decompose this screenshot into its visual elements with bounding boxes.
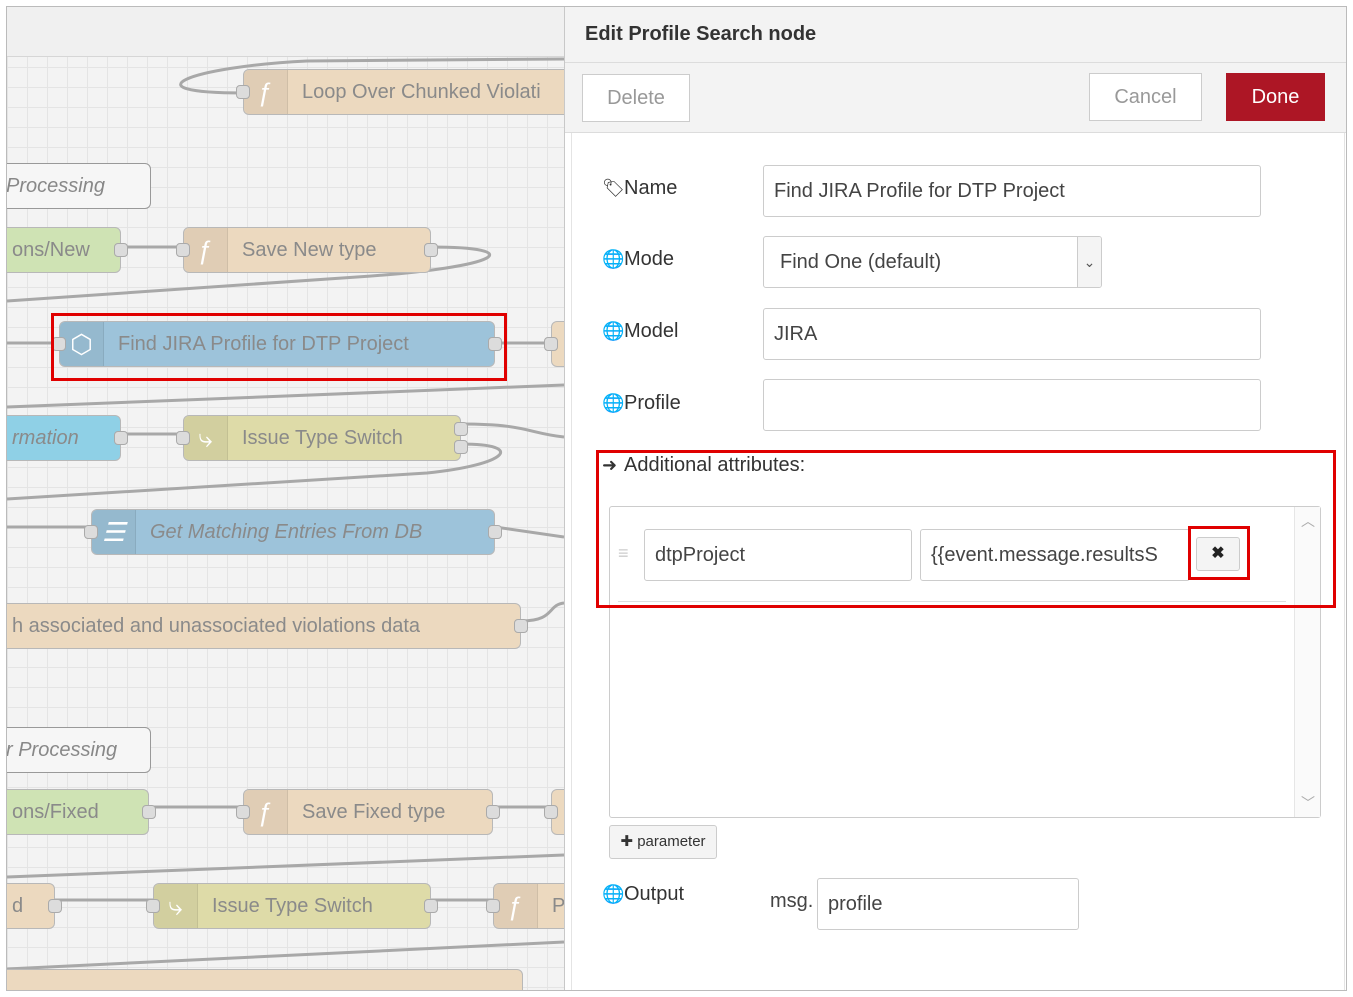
- add-parameter-button[interactable]: ✚ parameter: [609, 825, 717, 859]
- mode-select[interactable]: Find One (default) ⌄: [763, 236, 1102, 288]
- profile-label: 🌐Profile: [602, 392, 681, 414]
- node-label: Save Fixed type: [302, 801, 446, 823]
- partial-node[interactable]: [544, 321, 564, 367]
- tray-header: Edit Profile Search node: [565, 7, 1346, 63]
- node-label: Processing: [7, 175, 105, 197]
- tray-toolbar: Delete Cancel Done: [565, 63, 1346, 133]
- profile-input[interactable]: [763, 379, 1261, 431]
- output-port[interactable]: [424, 243, 438, 257]
- switch-icon: ⤷: [154, 884, 198, 928]
- function-icon: ƒ: [244, 70, 288, 114]
- output-port[interactable]: [48, 899, 62, 913]
- input-port[interactable]: [486, 899, 500, 913]
- input-port[interactable]: [176, 243, 190, 257]
- input-port[interactable]: [176, 431, 190, 445]
- wires: [7, 57, 564, 971]
- output-label: 🌐Output: [602, 883, 685, 905]
- chevron-down-icon[interactable]: ⌄: [1077, 237, 1101, 287]
- output-port[interactable]: [488, 525, 502, 539]
- output-port[interactable]: [486, 805, 500, 819]
- partial-node[interactable]: [544, 789, 564, 835]
- flow-canvas[interactable]: ƒ Loop Over Chunked Violati Processing o…: [7, 7, 564, 990]
- plus-icon: ✚: [620, 833, 638, 850]
- node-label: Issue Type Switch: [242, 427, 403, 449]
- delete-button[interactable]: Delete: [582, 74, 690, 122]
- issue-type-switch-node-2[interactable]: ⤷ Issue Type Switch: [146, 883, 438, 929]
- wire: [7, 853, 564, 879]
- model-label: 🌐Model: [602, 320, 679, 342]
- p-function-node[interactable]: ƒ P: [486, 883, 564, 929]
- tray-title: Edit Profile Search node: [585, 23, 817, 45]
- violations-fixed-node[interactable]: ons/Fixed: [7, 789, 156, 835]
- globe-icon: 🌐: [602, 321, 625, 341]
- tag-icon: 🏷: [602, 178, 625, 198]
- issue-type-switch-node[interactable]: ⤷ Issue Type Switch: [176, 415, 468, 461]
- output-port[interactable]: [514, 619, 528, 633]
- comment-node[interactable]: Processing: [7, 163, 151, 209]
- mode-label: 🌐Mode: [602, 248, 675, 270]
- done-button[interactable]: Done: [1226, 73, 1325, 121]
- wire: [7, 383, 564, 409]
- database-icon: ☰: [92, 510, 136, 554]
- wire: [460, 422, 564, 439]
- name-input[interactable]: Find JIRA Profile for DTP Project: [763, 165, 1261, 217]
- chevron-down-icon[interactable]: ﹀: [1295, 793, 1321, 813]
- node-label: d: [12, 895, 24, 917]
- mode-value: Find One (default): [780, 251, 942, 273]
- d-node[interactable]: d: [7, 883, 62, 929]
- node-label: Issue Type Switch: [212, 895, 373, 917]
- globe-icon: 🌐: [602, 249, 625, 269]
- output-port[interactable]: [454, 440, 468, 454]
- output-prefix: msg.: [770, 890, 814, 912]
- output-port[interactable]: [454, 422, 468, 436]
- node-label: ons/Fixed: [12, 801, 99, 823]
- input-port[interactable]: [236, 85, 250, 99]
- input-port[interactable]: [236, 805, 250, 819]
- node-label: h associated and unassociated violations…: [12, 615, 421, 637]
- input-port[interactable]: [544, 805, 558, 819]
- name-label: 🏷Name: [602, 177, 678, 199]
- node-label: r Processing: [7, 739, 118, 761]
- highlight-box: [51, 313, 507, 381]
- app-window: ƒ Loop Over Chunked Violati Processing o…: [6, 6, 1347, 991]
- highlight-box-remove: [1188, 526, 1250, 580]
- input-port[interactable]: [146, 899, 160, 913]
- output-port[interactable]: [114, 431, 128, 445]
- node-label: rmation: [12, 427, 79, 449]
- save-new-type-node[interactable]: ƒ Save New type: [176, 227, 438, 273]
- model-input[interactable]: JIRA: [763, 308, 1261, 360]
- globe-icon: 🌐: [602, 884, 625, 904]
- wire: [7, 940, 564, 971]
- node-label: ons/New: [12, 239, 90, 261]
- associated-data-node[interactable]: h associated and unassociated violations…: [7, 603, 528, 649]
- output-port[interactable]: [114, 243, 128, 257]
- cancel-button[interactable]: Cancel: [1089, 73, 1202, 121]
- output-input[interactable]: profile: [817, 878, 1079, 930]
- input-port[interactable]: [544, 337, 558, 351]
- node-label: Get Matching Entries From DB: [150, 521, 423, 543]
- node-label: Save New type: [242, 239, 377, 261]
- function-icon: ƒ: [184, 228, 228, 272]
- information-node[interactable]: rmation: [7, 415, 128, 461]
- function-icon: ƒ: [494, 884, 538, 928]
- input-port[interactable]: [84, 525, 98, 539]
- comment-node[interactable]: r Processing: [7, 727, 151, 773]
- save-fixed-type-node[interactable]: ƒ Save Fixed type: [236, 789, 500, 835]
- function-node[interactable]: ƒ Loop Over Chunked Violati: [236, 69, 564, 115]
- output-port[interactable]: [142, 805, 156, 819]
- get-matching-entries-node[interactable]: ☰ Get Matching Entries From DB: [84, 509, 502, 555]
- switch-icon: ⤷: [184, 416, 228, 460]
- output-port[interactable]: [424, 899, 438, 913]
- wire: [494, 525, 564, 539]
- node-label: P: [552, 884, 564, 928]
- wire: [520, 601, 564, 623]
- violations-new-node[interactable]: ons/New: [7, 227, 128, 273]
- node-label: Loop Over Chunked Violati: [302, 81, 541, 103]
- partial-bottom-node[interactable]: [7, 969, 523, 990]
- globe-icon: 🌐: [602, 393, 625, 413]
- function-icon: ƒ: [244, 790, 288, 834]
